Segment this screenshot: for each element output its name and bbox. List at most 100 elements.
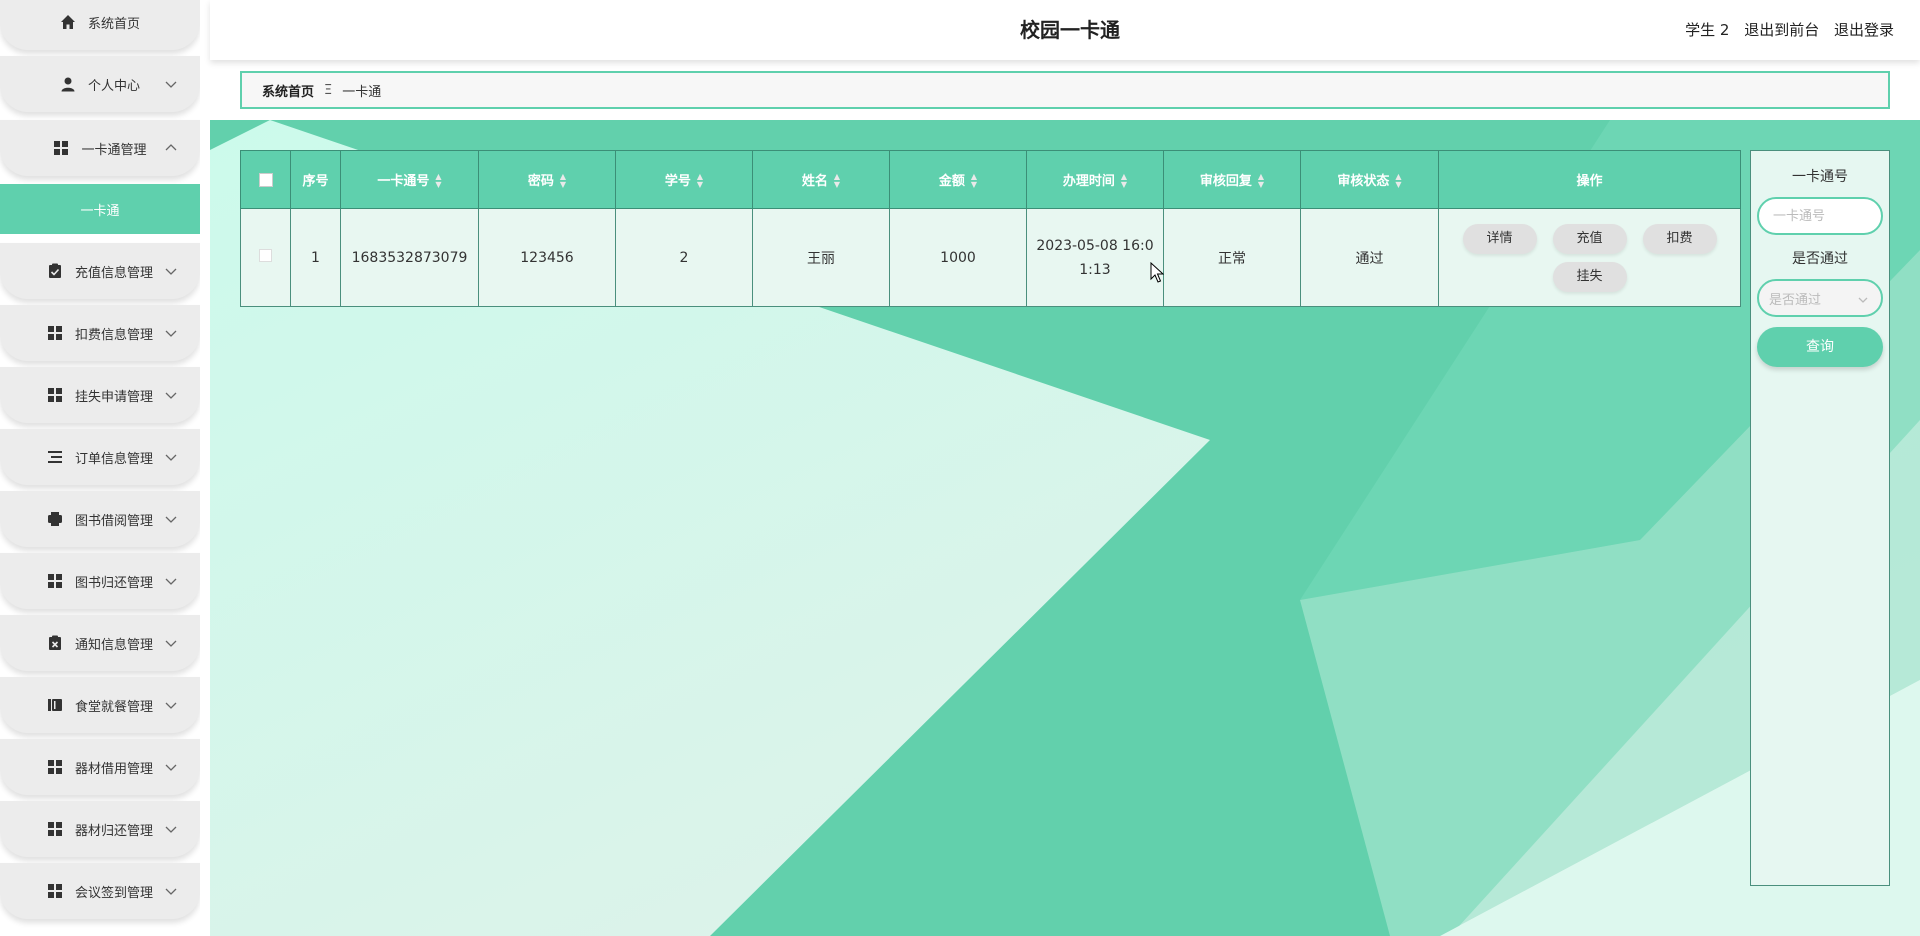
- sidebar-item-loss-report-management[interactable]: 挂失申请管理: [0, 367, 200, 423]
- cell-name: 王丽: [752, 208, 890, 307]
- card-no-input[interactable]: [1757, 197, 1883, 235]
- sidebar-subitem-card[interactable]: 一卡通: [0, 184, 200, 234]
- cell-card-no: 1683532873079: [340, 208, 479, 307]
- column-header-sortable[interactable]: 审核回复 ▲ ▼: [1163, 150, 1301, 209]
- search-button[interactable]: 查询: [1757, 327, 1883, 367]
- grid-icon: [47, 387, 63, 403]
- cell-actions: 详情 充值 扣费 挂失: [1438, 208, 1741, 307]
- column-header-sortable[interactable]: 密码 ▲ ▼: [478, 150, 616, 209]
- column-header-label: 操作: [1576, 174, 1603, 189]
- pass-select[interactable]: 是否通过: [1757, 279, 1883, 317]
- book-icon: [47, 697, 63, 713]
- grid-icon: [53, 140, 69, 156]
- card-table: 序号 一卡通号 ▲ ▼ 密码 ▲ ▼ 学号 ▲ ▼ 姓名 ▲ ▼ 金额 ▲ ▼ 办理时间 ▲ ▼ 审核回…: [240, 150, 1741, 307]
- cell-time: 2023-05-08 16:0 1:13: [1026, 208, 1164, 307]
- table-row: 1 1683532873079 123456 2 王丽 1000 2023-05…: [240, 208, 1741, 307]
- column-header-label: 一卡通号: [377, 173, 430, 189]
- chevron-down-icon: [1858, 297, 1868, 303]
- report-loss-button[interactable]: 挂失: [1552, 261, 1627, 292]
- column-header-label: 姓名: [801, 173, 828, 189]
- breadcrumb-current: 一卡通: [342, 84, 382, 100]
- chevron-down-icon: [165, 578, 177, 585]
- column-header-sortable[interactable]: 审核状态 ▲ ▼: [1300, 150, 1439, 209]
- sidebar-item-label: 充值信息管理: [74, 265, 153, 281]
- sidebar-item-label: 图书借阅管理: [74, 513, 153, 529]
- chevron-down-icon: [165, 81, 177, 88]
- column-header: 序号: [290, 150, 341, 209]
- logout-link[interactable]: 退出登录: [1834, 21, 1894, 39]
- column-header-sortable[interactable]: 一卡通号 ▲ ▼: [340, 150, 479, 209]
- grid-icon: [47, 325, 63, 341]
- detail-button[interactable]: 详情: [1462, 223, 1537, 254]
- sort-icon: ▲ ▼: [970, 172, 978, 190]
- main-area: 校园一卡通 学生 2 退出到前台 退出登录 系统首页 Ξ 一卡通 序号 一卡通号…: [210, 0, 1920, 936]
- cell-amount: 1000: [889, 208, 1027, 307]
- printer-icon: [47, 511, 63, 527]
- sidebar-item-book-return-management[interactable]: 图书归还管理: [0, 553, 200, 609]
- row-select-cell: [240, 208, 291, 307]
- column-header-sortable[interactable]: 办理时间 ▲ ▼: [1026, 150, 1164, 209]
- sidebar-item-label: 一卡通管理: [81, 142, 147, 158]
- sidebar-item-personal-center[interactable]: 个人中心: [0, 56, 200, 112]
- search-panel: 一卡通号 是否通过 是否通过 查询: [1750, 150, 1890, 886]
- back-to-front-link[interactable]: 退出到前台: [1744, 21, 1819, 39]
- sidebar-item-label: 通知信息管理: [74, 637, 153, 653]
- column-header: 操作: [1438, 150, 1741, 209]
- card-no-label: 一卡通号: [1792, 169, 1848, 185]
- sort-icon: ▲ ▼: [435, 172, 442, 190]
- chevron-down-icon: [165, 392, 177, 399]
- sidebar-item-label: 会议签到管理: [74, 885, 153, 901]
- deduct-button[interactable]: 扣费: [1642, 223, 1717, 254]
- home-icon: [60, 14, 76, 30]
- cell-reply: 正常: [1163, 208, 1301, 307]
- sidebar-item-equipment-return-management[interactable]: 器材归还管理: [0, 801, 200, 857]
- sidebar-item-home[interactable]: 系统首页: [0, 0, 200, 50]
- sidebar-item-card-management[interactable]: 一卡通管理: [0, 120, 200, 176]
- top-bar: 校园一卡通 学生 2 退出到前台 退出登录: [210, 0, 1920, 60]
- grid-icon: [47, 759, 63, 775]
- sort-icon: ▲ ▼: [833, 172, 841, 190]
- sidebar-item-label: 图书归还管理: [74, 575, 153, 591]
- chevron-up-icon: [165, 144, 177, 151]
- table-header-row: 序号 一卡通号 ▲ ▼ 密码 ▲ ▼ 学号 ▲ ▼ 姓名 ▲ ▼ 金额 ▲ ▼ 办理时间 ▲ ▼ 审核回…: [240, 150, 1741, 209]
- sort-icon: ▲ ▼: [1257, 172, 1265, 190]
- chevron-down-icon: [165, 454, 177, 461]
- breadcrumb-separator: Ξ: [324, 82, 333, 98]
- recharge-button[interactable]: 充值: [1552, 223, 1627, 254]
- sidebar-item-equipment-borrow-management[interactable]: 器材借用管理: [0, 739, 200, 795]
- sort-icon: ▲ ▼: [559, 172, 567, 190]
- sidebar-item-book-borrow-management[interactable]: 图书借阅管理: [0, 491, 200, 547]
- column-header-label: 办理时间: [1062, 173, 1115, 189]
- sidebar-item-order-management[interactable]: 订单信息管理: [0, 429, 200, 485]
- select-all-checkbox[interactable]: [258, 172, 273, 187]
- chevron-down-icon: [165, 702, 177, 709]
- column-header-label: 密码: [527, 173, 554, 189]
- sidebar-item-deduction-management[interactable]: 扣费信息管理: [0, 305, 200, 361]
- cell-student-no: 2: [615, 208, 753, 307]
- list-icon: [47, 449, 63, 465]
- sort-icon: ▲ ▼: [1120, 172, 1128, 190]
- sidebar-item-recharge-management[interactable]: 充值信息管理: [0, 243, 200, 299]
- sidebar-item-meeting-signin-management[interactable]: 会议签到管理: [0, 863, 200, 919]
- column-header-sortable[interactable]: 金额 ▲ ▼: [889, 150, 1027, 209]
- pass-label: 是否通过: [1792, 251, 1848, 267]
- pass-select-placeholder: 是否通过: [1769, 292, 1822, 308]
- column-header-sortable[interactable]: 学号 ▲ ▼: [615, 150, 753, 209]
- sidebar-item-canteen-management[interactable]: 食堂就餐管理: [0, 677, 200, 733]
- chevron-down-icon: [165, 330, 177, 337]
- chevron-down-icon: [165, 826, 177, 833]
- chevron-down-icon: [165, 764, 177, 771]
- column-header-sortable[interactable]: 姓名 ▲ ▼: [752, 150, 890, 209]
- cell-time-line: 1:13: [1079, 261, 1111, 278]
- breadcrumb-home[interactable]: 系统首页: [262, 81, 314, 100]
- sidebar-item-label: 扣费信息管理: [74, 327, 153, 343]
- sidebar-subitem-label: 一卡通: [80, 203, 120, 219]
- row-checkbox[interactable]: [259, 249, 272, 262]
- sidebar-item-label: 个人中心: [87, 78, 140, 94]
- sidebar-item-notice-management[interactable]: 通知信息管理: [0, 615, 200, 671]
- column-header-label: 金额: [938, 173, 965, 189]
- breadcrumb: 系统首页 Ξ 一卡通: [240, 71, 1890, 109]
- column-header-label: 序号: [302, 174, 329, 189]
- sidebar: 系统首页 个人中心 一卡通管理 一卡通 充值信息管理 扣费信息管理 挂失申请管理…: [0, 0, 200, 936]
- clipboard-x-icon: [47, 635, 63, 651]
